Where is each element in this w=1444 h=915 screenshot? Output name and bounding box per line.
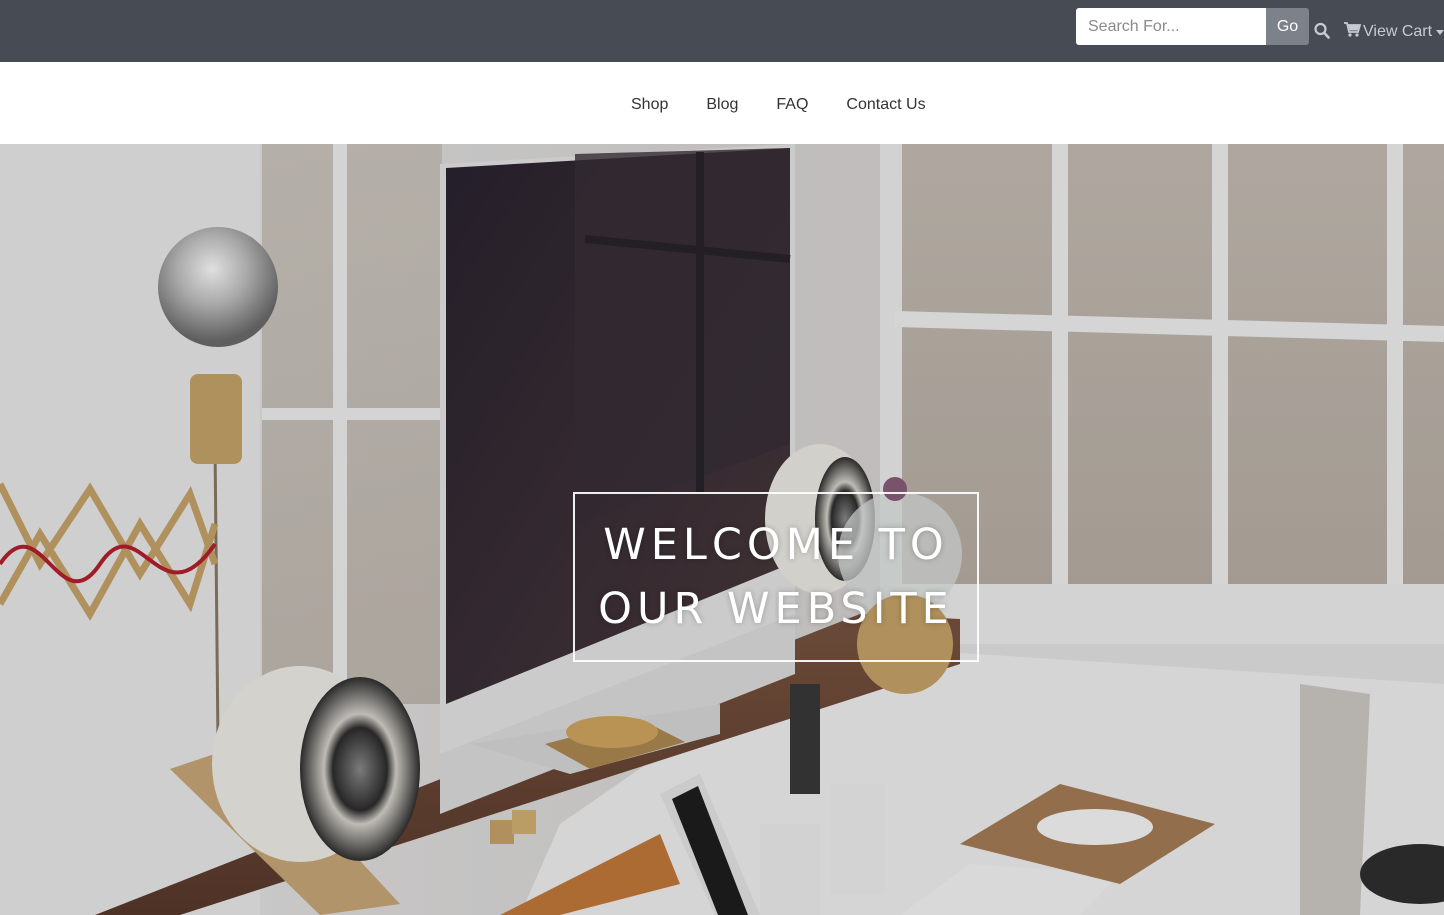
nav-link-contact-us[interactable]: Contact Us [827, 94, 944, 116]
search-input[interactable] [1076, 8, 1266, 45]
top-bar: Go View Cart [0, 0, 1444, 62]
go-button[interactable]: Go [1266, 8, 1309, 45]
nav-link-faq[interactable]: FAQ [757, 94, 827, 116]
nav-link-blog[interactable]: Blog [687, 94, 757, 116]
cart-icon [1344, 22, 1363, 42]
chevron-down-icon [1436, 29, 1444, 35]
hero-title-line-1: WELCOME TO [603, 520, 949, 570]
view-cart-dropdown[interactable]: View Cart [1344, 22, 1444, 42]
hero-title-box: WELCOME TO OUR WEBSITE [573, 492, 979, 662]
main-nav: Shop Blog FAQ Contact Us [0, 62, 1444, 144]
nav-link-shop[interactable]: Shop [612, 94, 687, 116]
hero-title-line-2: OUR WEBSITE [598, 584, 954, 634]
view-cart-label: View Cart [1363, 23, 1433, 40]
search-icon[interactable] [1314, 22, 1332, 42]
hero-banner: WELCOME TO OUR WEBSITE [0, 144, 1444, 915]
nav-list: Shop Blog FAQ Contact Us [612, 94, 945, 116]
